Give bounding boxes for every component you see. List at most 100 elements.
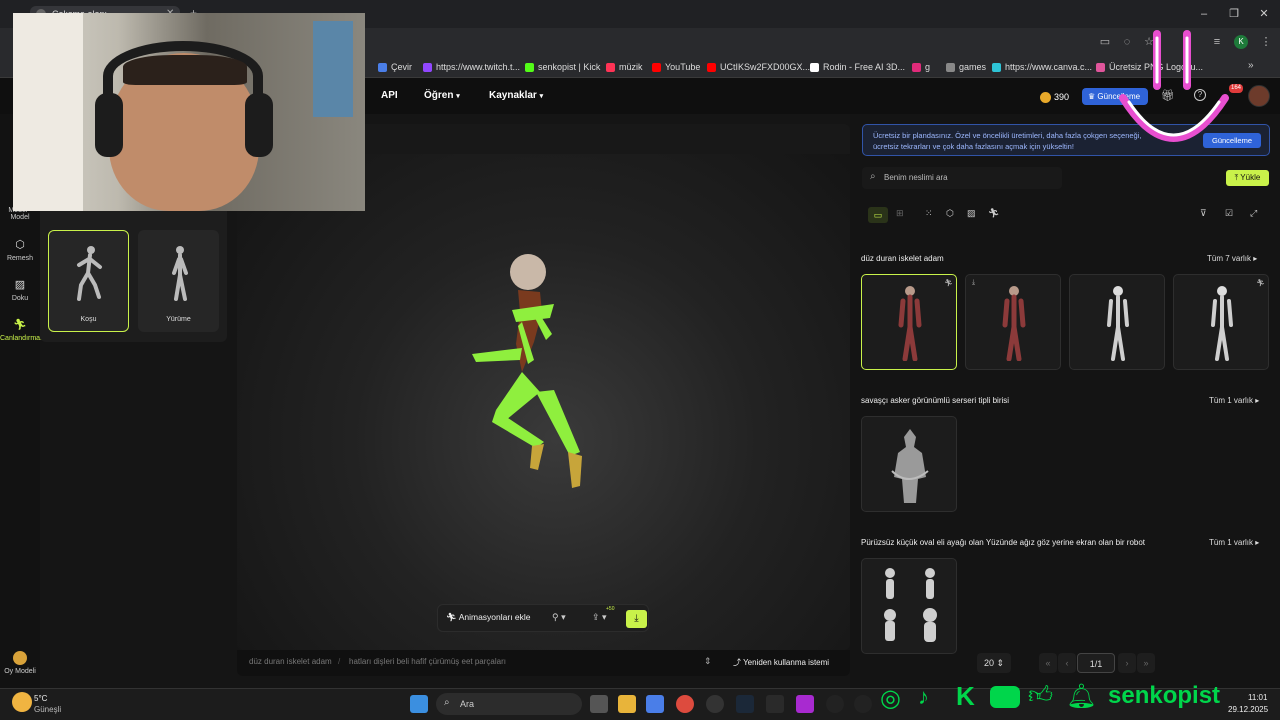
first-page-icon[interactable]: « bbox=[1039, 653, 1057, 673]
notice-text: ücretsiz tekrarları ve çok daha fazlasın… bbox=[873, 142, 1074, 151]
view-all-link[interactable]: Tüm 1 varlık ▸ bbox=[1209, 396, 1259, 405]
animation-card-run[interactable]: Koşu bbox=[48, 230, 129, 332]
last-page-icon[interactable]: » bbox=[1137, 653, 1155, 673]
asset-thumbnail[interactable] bbox=[861, 416, 957, 512]
download-button[interactable]: ⤓ bbox=[626, 610, 647, 628]
bookmark-item[interactable]: müzik bbox=[606, 60, 643, 74]
breadcrumb-item[interactable]: hatları dişleri beli hafif çürümüş eet p… bbox=[349, 657, 506, 666]
page-indicator[interactable]: 1/1 bbox=[1077, 653, 1115, 673]
coin-icon bbox=[1040, 91, 1051, 103]
unreal-icon-2[interactable] bbox=[854, 695, 872, 713]
texture-icon: ▨ bbox=[14, 279, 26, 291]
animation-card-walk[interactable]: Yürüme bbox=[138, 230, 219, 332]
credits-count: 390 bbox=[1054, 92, 1070, 102]
bookmark-favicon-icon bbox=[1096, 62, 1105, 72]
pose-dropdown-icon[interactable]: ⚲ ▾ bbox=[552, 612, 566, 623]
asset-thumbnail[interactable]: 🏃︎ bbox=[1173, 274, 1269, 370]
app-icon[interactable] bbox=[706, 695, 724, 713]
twitch-icon[interactable] bbox=[796, 695, 814, 713]
prev-page-icon[interactable]: ‹ bbox=[1058, 653, 1076, 673]
bookmark-favicon-icon bbox=[992, 62, 1001, 72]
minimize-icon[interactable]: – bbox=[1196, 6, 1212, 22]
section-title: savaşçı asker görünümlü serseri tipli bi… bbox=[861, 396, 1010, 405]
unreal-icon[interactable] bbox=[826, 695, 844, 713]
animation-label: Yürüme bbox=[166, 316, 191, 323]
maximize-icon[interactable]: ❐ bbox=[1226, 6, 1242, 22]
reuse-icon: ⤴ bbox=[733, 658, 741, 667]
remesh-icon: ⬡ bbox=[15, 239, 25, 251]
page-size-select[interactable]: 20 ⇕ bbox=[977, 653, 1011, 673]
animation-label: Koşu bbox=[80, 316, 97, 323]
bell-icon: 🔔︎ bbox=[1066, 683, 1097, 710]
bookmark-item[interactable]: https://www.twitch.t... bbox=[423, 60, 520, 74]
expand-icon[interactable]: ⇕ bbox=[704, 656, 712, 667]
export-dropdown-icon[interactable]: ⇪ ▾ bbox=[592, 612, 607, 623]
nav-api[interactable]: API bbox=[381, 90, 398, 101]
rig-icon: 🏃︎ bbox=[1256, 280, 1265, 287]
bookmark-item[interactable]: games bbox=[946, 60, 986, 74]
nav-learn[interactable]: Öğren ▾ bbox=[424, 90, 460, 101]
view-all-link[interactable]: Tüm 7 varlık ▸ bbox=[1207, 254, 1257, 263]
view-all-link[interactable]: Tüm 1 varlık ▸ bbox=[1209, 538, 1259, 547]
asset-thumbnail[interactable]: ⤓ bbox=[965, 274, 1061, 370]
rail-item-texture[interactable]: ▨ Doku bbox=[0, 278, 40, 302]
bookmark-item[interactable]: https://www.canva.c... bbox=[992, 60, 1092, 74]
bookmark-label: senkopist | Kick bbox=[538, 62, 601, 72]
rail-item-label: Remesh bbox=[6, 255, 34, 262]
texture-filter-icon[interactable]: ▨ bbox=[967, 208, 976, 219]
user-avatar[interactable] bbox=[1248, 85, 1270, 107]
bookmark-item[interactable]: senkopist | Kick bbox=[525, 60, 600, 74]
clear-filter-icon[interactable]: ⊽ bbox=[1200, 208, 1207, 219]
bookmark-label: games bbox=[959, 62, 987, 72]
close-window-icon[interactable]: ✕ bbox=[1256, 6, 1272, 22]
select-icon[interactable]: ☑ bbox=[1225, 208, 1233, 219]
store-icon[interactable] bbox=[646, 695, 664, 713]
chrome-icon[interactable] bbox=[676, 695, 694, 713]
asset-thumbnail[interactable] bbox=[1069, 274, 1165, 370]
cast-icon[interactable]: ▭ bbox=[1097, 34, 1113, 50]
file-explorer-icon[interactable] bbox=[618, 695, 636, 713]
skeleton-model bbox=[472, 254, 582, 488]
grid-filter-icon[interactable]: ⊞ bbox=[896, 208, 904, 219]
upload-button[interactable]: ⤒ Yükle bbox=[1226, 170, 1269, 186]
search-input[interactable]: Benim neslimi ara bbox=[884, 173, 948, 182]
steam-icon[interactable] bbox=[736, 695, 754, 713]
bookmark-label: https://www.canva.c... bbox=[1005, 62, 1093, 72]
credits-display[interactable]: 390 bbox=[1040, 88, 1078, 106]
rail-item-label: Oy Modeli bbox=[4, 668, 36, 675]
search-box[interactable]: ⌕ Benim neslimi ara bbox=[862, 167, 1062, 189]
animation-filter-icon[interactable]: 🏃︎ bbox=[988, 208, 999, 219]
asset-thumbnail[interactable]: 🏃︎ bbox=[861, 274, 957, 370]
model-filter-icon[interactable]: ⬡ bbox=[946, 208, 954, 219]
fullscreen-icon[interactable]: ⤢ bbox=[1250, 208, 1257, 219]
rail-item-animate[interactable]: 🏃︎ Canlandırmak bbox=[0, 318, 44, 342]
nav-resources[interactable]: Kaynaklar ▾ bbox=[489, 90, 543, 101]
profile-avatar[interactable]: K bbox=[1234, 35, 1248, 49]
section-title: Pürüzsüz küçük oval eli ayağı olan Yüzün… bbox=[861, 538, 1146, 547]
export-badge: +50 bbox=[606, 606, 615, 612]
rail-item-vote[interactable]: Oy Modeli bbox=[0, 651, 40, 675]
dots-filter-icon[interactable]: ⁙ bbox=[925, 208, 933, 219]
bookmark-label: UCtIKSw2FXD00GX... bbox=[720, 62, 811, 72]
start-icon[interactable] bbox=[410, 695, 428, 713]
add-animations-button[interactable]: 🏃︎ Animasyonları ekle bbox=[446, 612, 531, 623]
taskbar-search-input[interactable]: Ara bbox=[460, 699, 474, 709]
viewport-toolbar: 🏃︎ Animasyonları ekle ⚲ ▾ ⇪ ▾ +50 ⤓ bbox=[437, 604, 649, 632]
bookmark-item[interactable]: Çevir bbox=[378, 60, 412, 74]
reuse-prompt-button[interactable]: ⤴ Yeniden kullanma istemi bbox=[733, 657, 829, 668]
bookmark-item[interactable]: Rodin - Free AI 3D... bbox=[810, 60, 905, 74]
browser-menu-icon[interactable]: ⋮ bbox=[1258, 34, 1274, 50]
folder-filter-icon[interactable]: ▭ bbox=[868, 207, 888, 223]
bookmark-item[interactable]: YouTube bbox=[652, 60, 700, 74]
rail-item-remesh[interactable]: ⬡ Remesh bbox=[0, 238, 40, 262]
next-page-icon[interactable]: › bbox=[1118, 653, 1136, 673]
vote-icon bbox=[13, 651, 27, 665]
task-view-icon[interactable] bbox=[590, 695, 608, 713]
breadcrumb-item[interactable]: düz duran iskelet adam bbox=[249, 657, 332, 666]
asset-thumbnail[interactable] bbox=[861, 558, 957, 654]
taskbar-search[interactable]: ⌕ Ara bbox=[436, 693, 582, 715]
epic-icon[interactable] bbox=[766, 695, 784, 713]
bookmark-item[interactable]: UCtIKSw2FXD00GX... bbox=[707, 60, 810, 74]
bookmark-item[interactable]: g bbox=[912, 60, 930, 74]
bookmarks-more-icon[interactable]: » bbox=[1248, 60, 1254, 71]
